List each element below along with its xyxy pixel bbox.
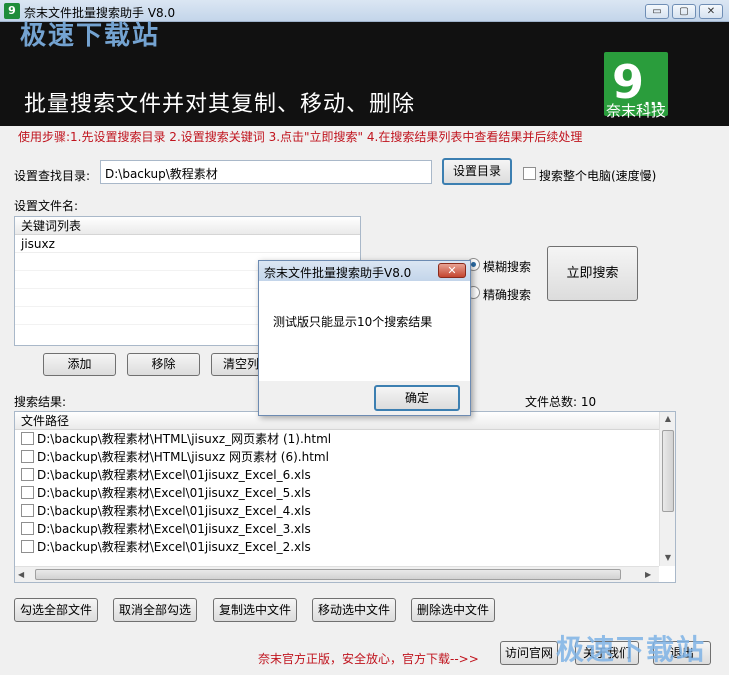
table-row[interactable]: D:\backup\教程素材\Excel\01jisuxz_Excel_2.xl…	[15, 538, 675, 556]
deselect-all-button[interactable]: 取消全部勾选	[113, 598, 197, 622]
dialog-title: 奈末文件批量搜索助手V8.0	[264, 266, 412, 280]
select-all-button[interactable]: 勾选全部文件	[14, 598, 98, 622]
results-rows: D:\backup\教程素材\HTML\jisuxz_网页素材 (1).html…	[15, 430, 675, 556]
table-row[interactable]: D:\backup\教程素材\Excel\01jisuxz_Excel_6.xl…	[15, 466, 675, 484]
watermark-top: 极速下载站	[20, 21, 161, 51]
logo-caption: 奈末科技	[605, 102, 666, 120]
official-note: 奈末官方正版，安全放心，官方下载-->>	[258, 652, 479, 666]
file-path: D:\backup\教程素材\HTML\jisuxz 网页素材 (6).html	[37, 450, 329, 464]
directory-label: 设置查找目录:	[14, 169, 91, 183]
usage-steps: 使用步骤:1.先设置搜索目录 2.设置搜索关键词 3.点击"立即搜索" 4.在搜…	[18, 130, 583, 144]
banner-heading: 批量搜索文件并对其复制、移动、删除	[24, 92, 416, 117]
row-checkbox[interactable]	[21, 450, 34, 463]
scroll-thumb[interactable]	[662, 430, 674, 512]
scroll-right-icon[interactable]: ▶	[645, 570, 651, 579]
visit-site-button[interactable]: 访问官网	[500, 641, 558, 665]
move-selected-button[interactable]: 移动选中文件	[312, 598, 396, 622]
remove-keyword-button[interactable]: 移除	[127, 353, 200, 376]
scroll-down-icon[interactable]: ▼	[660, 553, 676, 562]
minimize-button[interactable]: ▭	[645, 4, 669, 19]
search-whole-pc-label: 搜索整个电脑(速度慢)	[539, 169, 657, 183]
dialog-footer: 确定	[259, 381, 470, 415]
keyword-list-header[interactable]: 关键词列表	[15, 217, 360, 235]
directory-input[interactable]: D:\backup\教程素材	[100, 160, 432, 184]
app-icon: 9	[4, 3, 20, 19]
results-label: 搜索结果:	[14, 395, 67, 409]
maximize-button[interactable]: ▢	[672, 4, 696, 19]
dialog-message: 测试版只能显示10个搜索结果	[273, 315, 433, 329]
file-path: D:\backup\教程素材\Excel\01jisuxz_Excel_3.xl…	[37, 522, 311, 536]
scroll-left-icon[interactable]: ◀	[18, 570, 24, 579]
copy-selected-button[interactable]: 复制选中文件	[213, 598, 297, 622]
results-list[interactable]: 文件路径 D:\backup\教程素材\HTML\jisuxz_网页素材 (1)…	[14, 411, 676, 583]
keywords-label: 设置文件名:	[14, 199, 79, 213]
row-checkbox[interactable]	[21, 504, 34, 517]
exact-search-label: 精确搜索	[483, 288, 532, 302]
file-path: D:\backup\教程素材\Excel\01jisuxz_Excel_6.xl…	[37, 468, 311, 482]
fuzzy-search-label: 模糊搜索	[483, 260, 532, 274]
search-now-button[interactable]: 立即搜索	[547, 246, 638, 301]
trial-dialog: 奈末文件批量搜索助手V8.0 ✕ 测试版只能显示10个搜索结果 确定	[258, 260, 471, 416]
file-path: D:\backup\教程素材\HTML\jisuxz_网页素材 (1).html	[37, 432, 332, 446]
search-whole-pc-checkbox[interactable]	[523, 167, 536, 180]
table-row[interactable]: D:\backup\教程素材\Excel\01jisuxz_Excel_5.xl…	[15, 484, 675, 502]
row-checkbox[interactable]	[21, 486, 34, 499]
dialog-title-bar: 奈末文件批量搜索助手V8.0 ✕	[259, 261, 470, 281]
watermark-bottom: 极速下载站	[556, 633, 707, 666]
table-row[interactable]: D:\backup\教程素材\Excel\01jisuxz_Excel_4.xl…	[15, 502, 675, 520]
table-row[interactable]: D:\backup\教程素材\HTML\jisuxz_网页素材 (1).html	[15, 430, 675, 448]
table-row[interactable]: D:\backup\教程素材\HTML\jisuxz 网页素材 (6).html	[15, 448, 675, 466]
row-checkbox[interactable]	[21, 432, 34, 445]
row-checkbox[interactable]	[21, 522, 34, 535]
dialog-body: 测试版只能显示10个搜索结果 确定	[259, 281, 470, 415]
table-row[interactable]: D:\backup\教程素材\Excel\01jisuxz_Excel_3.xl…	[15, 520, 675, 538]
row-checkbox[interactable]	[21, 468, 34, 481]
dialog-close-icon[interactable]: ✕	[438, 263, 466, 278]
results-total: 文件总数: 10	[525, 395, 597, 409]
delete-selected-button[interactable]: 删除选中文件	[411, 598, 495, 622]
dialog-ok-button[interactable]: 确定	[374, 385, 460, 411]
file-path: D:\backup\教程素材\Excel\01jisuxz_Excel_2.xl…	[37, 540, 311, 554]
scroll-up-icon[interactable]: ▲	[660, 414, 676, 423]
list-item[interactable]: jisuxz	[15, 235, 360, 253]
results-vertical-scrollbar[interactable]: ▲ ▼	[659, 412, 675, 566]
add-keyword-button[interactable]: 添加	[43, 353, 116, 376]
results-horizontal-scrollbar[interactable]: ◀ ▶	[15, 566, 659, 582]
file-path: D:\backup\教程素材\Excel\01jisuxz_Excel_4.xl…	[37, 504, 311, 518]
set-directory-button[interactable]: 设置目录	[442, 158, 512, 185]
file-path: D:\backup\教程素材\Excel\01jisuxz_Excel_5.xl…	[37, 486, 311, 500]
close-button[interactable]: ✕	[699, 4, 723, 19]
row-checkbox[interactable]	[21, 540, 34, 553]
scroll-thumb-horizontal[interactable]	[35, 569, 621, 580]
